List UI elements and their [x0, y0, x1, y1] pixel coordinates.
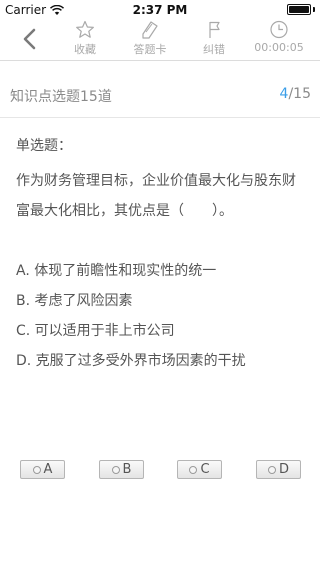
favorite-label: 收藏 — [74, 43, 96, 56]
toolbar: 收藏 答题卡 纠错 00:00:05 — [0, 20, 320, 58]
answer-card-label: 答题卡 — [133, 43, 167, 56]
favorite-button[interactable]: 收藏 — [55, 20, 115, 58]
battery-icon — [287, 4, 311, 15]
radio-icon — [267, 465, 276, 474]
correction-button[interactable]: 纠错 — [184, 20, 244, 58]
answer-button-a[interactable]: A — [20, 460, 65, 479]
question-text: 作为财务管理目标，企业价值最大化与股东财富最大化相比，其优点是（ ）。 — [16, 173, 296, 219]
answer-letter: C — [200, 462, 210, 477]
option-c: C. 可以适用于非上市公司 — [16, 323, 175, 339]
answer-letter: D — [278, 462, 289, 477]
radio-icon — [189, 465, 198, 474]
answer-card-button[interactable]: 答题卡 — [120, 20, 180, 58]
option-b: B. 考虑了风险因素 — [16, 293, 133, 309]
status-right — [287, 4, 315, 15]
answer-letter: A — [43, 462, 53, 477]
timer-value: 00:00:05 — [254, 41, 304, 54]
option-a: A. 体现了前瞻性和现实性的统一 — [16, 263, 217, 279]
correction-label: 纠错 — [203, 43, 225, 56]
toolbar-divider — [0, 60, 320, 61]
status-bar: Carrier 2:37 PM — [0, 0, 320, 20]
section-title: 知识点选题15道 — [10, 89, 112, 105]
back-button[interactable] — [18, 26, 44, 52]
answer-letter: B — [122, 462, 132, 477]
radio-icon — [32, 465, 41, 474]
answer-button-b[interactable]: B — [99, 460, 144, 479]
answer-card-icon — [142, 21, 158, 39]
progress-total: /15 — [288, 86, 311, 102]
answer-button-d[interactable]: D — [256, 460, 301, 479]
radio-icon — [111, 465, 120, 474]
star-icon — [76, 20, 94, 38]
flag-icon — [209, 21, 220, 38]
question-type: 单选题： — [16, 138, 72, 154]
status-time: 2:37 PM — [132, 3, 188, 17]
clock-icon — [270, 20, 288, 39]
chevron-left-icon — [23, 28, 36, 50]
option-d: D. 克服了过多受外界市场因素的干扰 — [16, 353, 246, 369]
timer: 00:00:05 — [249, 20, 309, 58]
question-progress: 4/15 — [280, 86, 311, 102]
section-divider — [0, 117, 320, 118]
answer-button-c[interactable]: C — [177, 460, 222, 479]
battery-cap — [313, 7, 315, 12]
